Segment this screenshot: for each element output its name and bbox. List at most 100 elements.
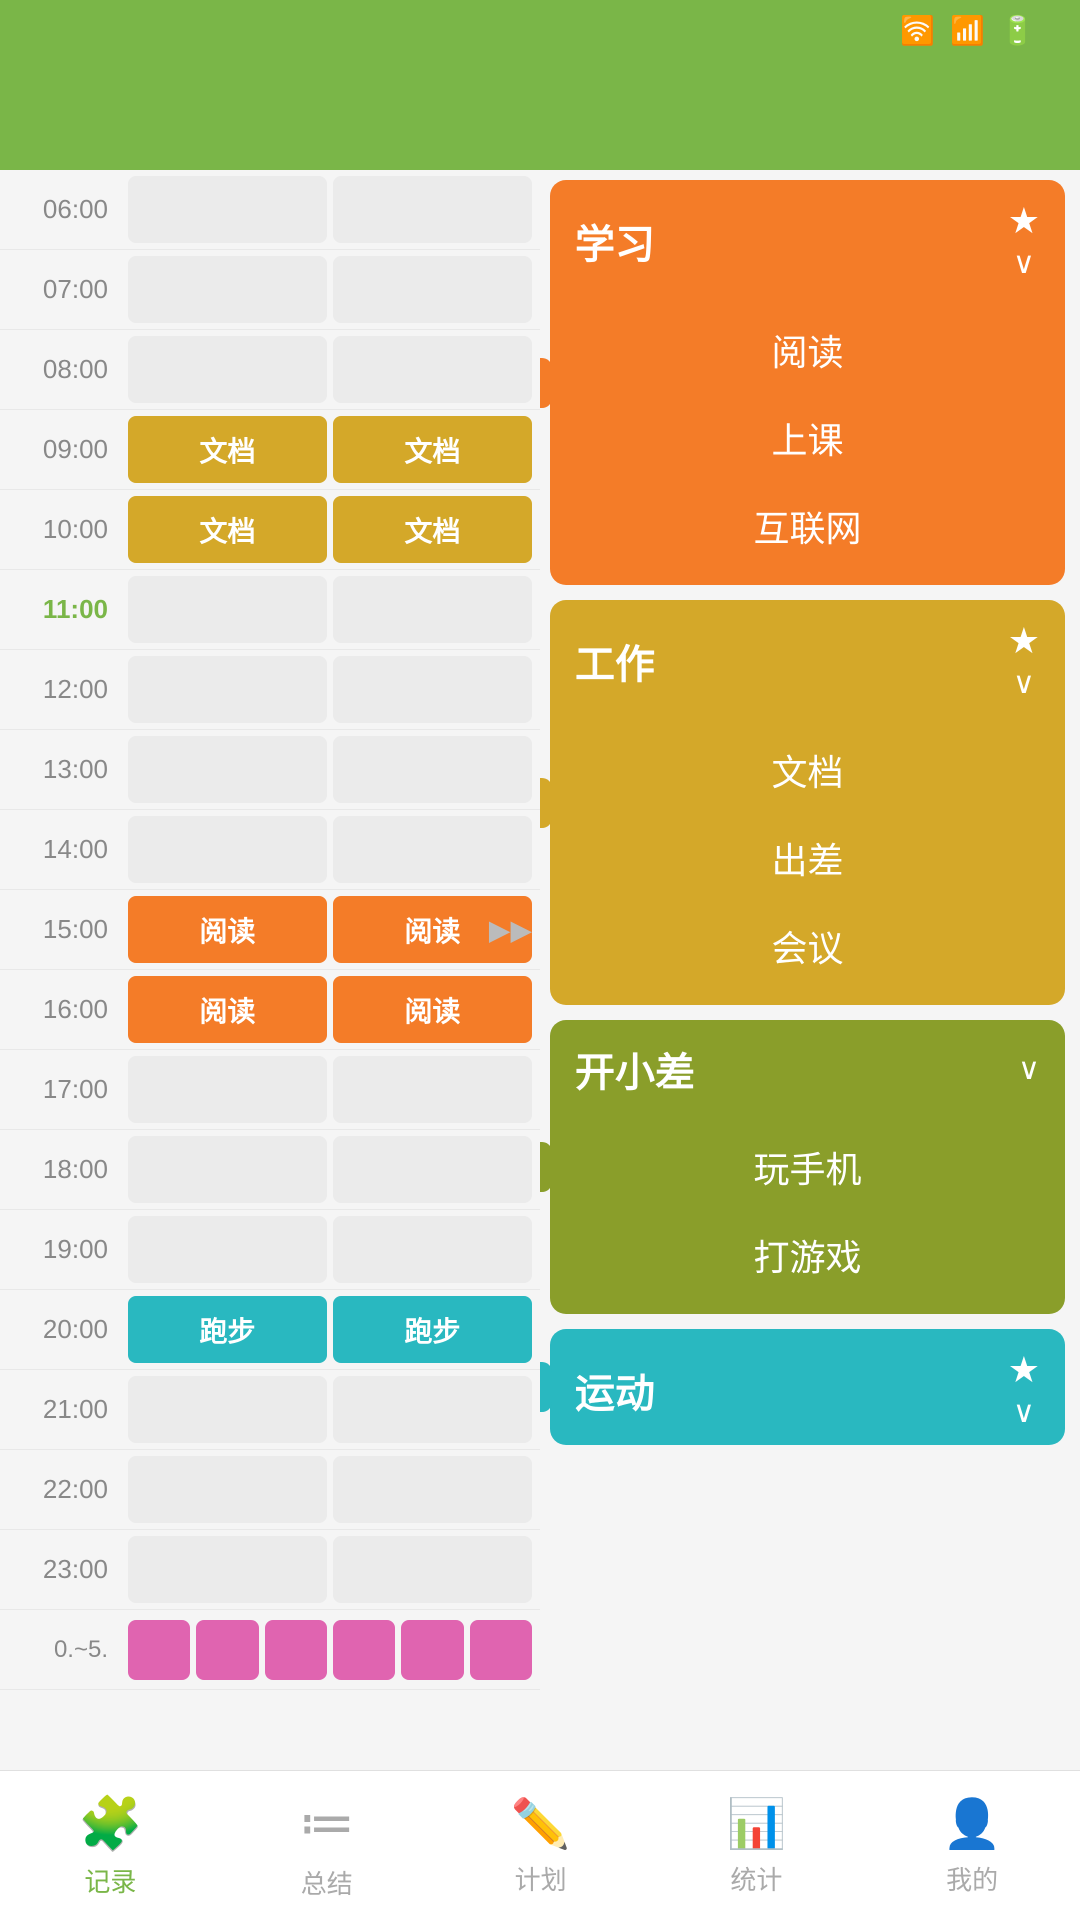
time-label: 15:00 [0,890,120,969]
time-cell[interactable] [333,576,532,643]
time-label: 20:00 [0,1290,120,1369]
time-row-wrapper: 21:00 [0,1370,540,1450]
panel-chevron-icon[interactable]: ∨ [1013,1395,1035,1430]
special-cell[interactable] [128,1620,190,1680]
time-label: 14:00 [0,810,120,889]
panel-star-icon[interactable]: ★ [1008,1349,1040,1391]
time-cell[interactable]: 跑步 [333,1296,532,1363]
special-row: 0.~5. [0,1610,540,1690]
time-cell[interactable]: 阅读 [333,976,532,1043]
time-cell[interactable]: 文档 [333,416,532,483]
time-cell[interactable]: 文档 [128,416,327,483]
status-bar: 🛜 📶 🔋 [0,0,1080,60]
time-row: 19:00 [0,1210,540,1290]
time-cell[interactable] [128,176,327,243]
special-cell[interactable] [265,1620,327,1680]
time-label: 21:00 [0,1370,120,1449]
panel-chevron-icon[interactable]: ∨ [1013,246,1035,281]
panel-item[interactable]: 会议 [550,902,1065,990]
time-cells: 阅读阅读 [120,970,540,1049]
time-row: 08:00 [0,330,540,410]
panel-header-sport[interactable]: 运动★∨ [550,1329,1065,1445]
panel-item[interactable]: 打游戏 [550,1211,1065,1299]
panel-star-icon[interactable]: ★ [1008,620,1040,662]
time-cell[interactable] [128,1536,327,1603]
special-cell[interactable] [196,1620,258,1680]
panel-header-left: 工作 [575,632,655,690]
panel-chevron-icon[interactable]: ∨ [1013,666,1035,701]
panel-star-icon[interactable]: ★ [1008,200,1040,242]
panel-nub-study [540,358,552,408]
time-cell[interactable] [333,736,532,803]
nav-item-summary[interactable]: ≔总结 [299,1790,355,1901]
panel-header-right: ★∨ [1008,1349,1040,1430]
time-cell[interactable] [333,256,532,323]
time-cells [120,810,540,889]
signal-icon: 📶 [950,14,985,47]
panel-header-work[interactable]: 工作 ★ ∨ [550,600,1065,716]
wifi-icon: 🛜 [900,14,935,47]
time-cell[interactable] [333,816,532,883]
panel-item[interactable]: 阅读 [550,306,1065,394]
nav-item-plan[interactable]: ✏️计划 [511,1795,571,1897]
time-cell[interactable] [333,1376,532,1443]
special-cell[interactable] [470,1620,532,1680]
time-row-wrapper: 06:00 [0,170,540,250]
time-cell[interactable]: 阅读 [128,976,327,1043]
time-cell[interactable] [333,656,532,723]
time-cell[interactable] [128,736,327,803]
time-cell[interactable]: 文档 [128,496,327,563]
time-cell[interactable] [128,1456,327,1523]
time-cell[interactable] [333,1456,532,1523]
time-label: 12:00 [0,650,120,729]
time-cell[interactable] [128,256,327,323]
time-cell[interactable] [333,1536,532,1603]
time-cell[interactable] [333,336,532,403]
panel-header-slack[interactable]: 开小差 ∨ [550,1020,1065,1113]
time-cell[interactable]: 文档 [333,496,532,563]
panel-title-study: 学习 [575,212,655,270]
time-cell[interactable] [333,1056,532,1123]
time-row: 21:00 [0,1370,540,1450]
panel-title-work: 工作 [575,632,655,690]
panel-chevron-icon[interactable]: ∨ [1018,1052,1040,1087]
time-row-wrapper: 13:00 [0,730,540,810]
time-row-wrapper: 16:00阅读阅读 [0,970,540,1050]
panel-header-study[interactable]: 学习 ★ ∨ [550,180,1065,296]
panel-header-right: ∨ [1018,1052,1040,1087]
panel-item[interactable]: 文档 [550,726,1065,814]
time-row: 13:00 [0,730,540,810]
time-row: 17:00 [0,1050,540,1130]
time-cells [120,250,540,329]
nav-item-record[interactable]: 🧩记录 [78,1793,143,1899]
time-cell[interactable]: 阅读 [128,896,327,963]
time-cells [120,1370,540,1449]
time-cell[interactable] [128,576,327,643]
panel-item[interactable]: 玩手机 [550,1123,1065,1211]
time-cell[interactable] [128,816,327,883]
special-cell[interactable] [401,1620,463,1680]
time-cell[interactable] [333,1216,532,1283]
time-row: 12:00 [0,650,540,730]
time-cell[interactable] [128,1136,327,1203]
nav-item-stats[interactable]: 📊统计 [726,1795,786,1897]
panel-item[interactable]: 出差 [550,814,1065,902]
panel-item[interactable]: 上课 [550,394,1065,482]
time-cell[interactable] [333,176,532,243]
panel-nub-sport [540,1362,552,1412]
time-cell[interactable] [128,336,327,403]
panel-title-slack: 开小差 [575,1040,695,1098]
special-cell[interactable] [333,1620,395,1680]
panel-item[interactable]: 互联网 [550,482,1065,570]
special-cells [120,1614,540,1686]
time-row-wrapper: 17:00 [0,1050,540,1130]
time-cell[interactable] [333,1136,532,1203]
time-cell[interactable] [128,1216,327,1283]
time-cell[interactable] [128,1376,327,1443]
time-cell[interactable]: 跑步 [128,1296,327,1363]
time-cell[interactable] [128,1056,327,1123]
nav-item-mine[interactable]: 👤我的 [942,1795,1002,1897]
panel-body-slack: 玩手机打游戏 [550,1113,1065,1314]
nav-icon-summary: ≔ [299,1790,355,1856]
time-cell[interactable] [128,656,327,723]
